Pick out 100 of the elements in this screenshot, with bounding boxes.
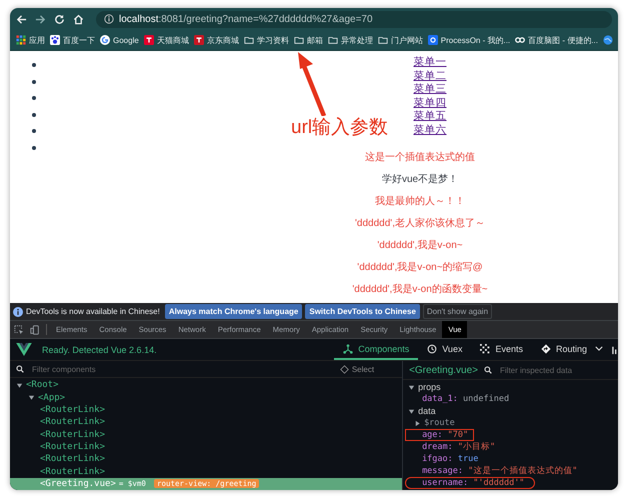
- store-logo-icon: [144, 35, 154, 45]
- component-name: <RouterLink>: [40, 466, 106, 477]
- info-icon: [104, 14, 114, 24]
- caret-icon[interactable]: [595, 346, 603, 351]
- filter-data-field[interactable]: Filter inspected data: [498, 364, 612, 376]
- data-row-text: ifgao: true: [421, 453, 480, 465]
- message-text: 学好vue不是梦！: [382, 172, 458, 187]
- info-icon: [13, 306, 23, 316]
- bullet-icon: [32, 63, 36, 67]
- component-name: <RouterLink>: [40, 417, 106, 428]
- store-logo-icon: [194, 35, 204, 45]
- data-row-text: dream: "小目标": [421, 441, 496, 453]
- reload-icon[interactable]: [54, 14, 65, 24]
- data-row-text: message: "这是一个插值表达式的值": [421, 465, 578, 477]
- bookmark[interactable]: 学习资料: [244, 34, 289, 46]
- component-tree-row[interactable]: <RouterLink>: [10, 416, 402, 429]
- chart-icon[interactable]: [612, 344, 618, 355]
- message-text: 这是一个插值表达式的值: [365, 150, 475, 165]
- component-name: <RouterLink>: [40, 442, 106, 452]
- bookmark[interactable]: 邮箱: [294, 34, 323, 46]
- bookmark[interactable]: 天猫商城: [144, 34, 189, 46]
- bookmark[interactable]: ProcessOn - 我的...: [428, 34, 510, 46]
- bullet-icon: [32, 146, 36, 150]
- menu-link[interactable]: 菜单六: [414, 124, 446, 138]
- vue-nav-tab[interactable]: Vuex: [418, 339, 472, 360]
- mind-map-icon: [515, 35, 526, 45]
- highlight-box: age: "70": [405, 429, 474, 441]
- notice-button[interactable]: Don't show again: [422, 304, 492, 319]
- forward-icon[interactable]: [35, 14, 46, 24]
- apps-grid-icon: [16, 35, 26, 45]
- bookmark[interactable]: Google: [100, 35, 139, 45]
- menu-link[interactable]: 菜单二: [414, 70, 446, 84]
- component-tree-row[interactable]: <RouterLink>: [10, 453, 402, 466]
- menu-link[interactable]: 菜单三: [414, 83, 446, 97]
- section-header[interactable]: props: [418, 381, 441, 393]
- paw-icon: [50, 35, 60, 45]
- expanded-triangle-icon[interactable]: [408, 384, 416, 390]
- app-logo-icon: [428, 35, 438, 45]
- filter-components-field[interactable]: Filter components: [30, 364, 328, 375]
- message-text: 'dddddd',我是v-on的函数变量~: [352, 282, 488, 297]
- bookmark[interactable]: 门户网站: [378, 34, 423, 46]
- bookmark[interactable]: 异常处理: [328, 34, 373, 46]
- component-tree-row[interactable]: <RouterLink>: [10, 465, 402, 478]
- expanded-triangle-icon[interactable]: [408, 408, 416, 414]
- bullet-icon: [32, 112, 36, 116]
- message-text: 'dddddd',老人家你该休息了～: [355, 216, 485, 231]
- folder-icon: [294, 35, 304, 45]
- folder-icon: [244, 35, 254, 45]
- menu-link[interactable]: 菜单五: [414, 110, 446, 124]
- dots-grid-icon: [480, 344, 490, 354]
- home-icon[interactable]: [73, 14, 84, 24]
- diamond-icon: [340, 364, 349, 374]
- notice-button[interactable]: Always match Chrome's language: [164, 304, 302, 319]
- bookmark[interactable]: 应用: [16, 34, 45, 46]
- status-text: Ready. Detected Vue 2.6.14.: [42, 344, 157, 354]
- menu-link[interactable]: 菜单一: [414, 56, 446, 70]
- component-name: <Greeting.vue>: [40, 478, 116, 489]
- expanded-triangle-icon[interactable]: [28, 394, 35, 402]
- address-bar[interactable]: localhost:8081/greeting?name=%27dddddd%27&age=70: [96, 10, 612, 28]
- collapsed-triangle-icon[interactable]: [414, 420, 422, 426]
- component-name: <RouterLink>: [40, 454, 106, 464]
- vue-nav-tab[interactable]: Events: [471, 339, 532, 360]
- vue-nav-tab[interactable]: Routing: [532, 339, 612, 360]
- signpost-icon: [540, 344, 551, 354]
- back-icon[interactable]: [16, 14, 27, 24]
- component-tree-row[interactable]: <RouterLink>: [10, 440, 402, 454]
- menu-link[interactable]: 菜单四: [414, 96, 446, 110]
- component-tree-row[interactable]: <RouterLink>: [10, 428, 402, 441]
- component-tree-row[interactable]: <RouterLink>: [10, 404, 402, 416]
- bullet-icon: [32, 96, 36, 100]
- bullet-icon: [32, 129, 36, 133]
- device-icon[interactable]: [30, 324, 40, 334]
- section-header[interactable]: data: [418, 405, 436, 417]
- message-text: 'dddddd',我是v-on~: [377, 238, 463, 253]
- folder-icon: [328, 35, 338, 45]
- component-tree-row[interactable]: <App>: [10, 392, 402, 404]
- vue-logo-icon: [16, 343, 32, 356]
- url-text: localhost:8081/greeting?name=%27dddddd%27&age=70: [119, 14, 373, 24]
- inspector-title: <Greeting.vue>: [409, 364, 478, 376]
- expanded-triangle-icon[interactable]: [16, 382, 23, 389]
- select-button[interactable]: Select: [334, 364, 380, 375]
- data-row-text: data_1: undefined: [421, 393, 510, 405]
- tree-icon: [343, 344, 354, 354]
- component-name: <RouterLink>: [40, 405, 106, 416]
- notice-button[interactable]: Switch DevTools to Chinese: [305, 304, 420, 319]
- folder-icon: [378, 35, 388, 45]
- component-name: <Root>: [26, 380, 59, 390]
- inspect-icon[interactable]: [14, 324, 24, 334]
- message-text: 'dddddd',我是v-on~的缩写@: [357, 260, 483, 275]
- component-name: <App>: [38, 392, 66, 403]
- bullet-icon: [32, 80, 36, 84]
- search-icon: [484, 366, 492, 374]
- component-name: <RouterLink>: [40, 430, 106, 440]
- data-key[interactable]: $route: [424, 418, 455, 428]
- notice-text: DevTools is now available in Chinese!: [26, 307, 160, 316]
- bookmark[interactable]: 京东商城: [194, 34, 239, 46]
- bookmark[interactable]: 百度一下: [50, 34, 95, 46]
- bookmark[interactable]: 百度脑图 - 便捷的...: [515, 34, 598, 46]
- message-text: 我是最帅的人～！！: [375, 194, 465, 209]
- component-tree-row[interactable]: <Root>: [10, 379, 402, 392]
